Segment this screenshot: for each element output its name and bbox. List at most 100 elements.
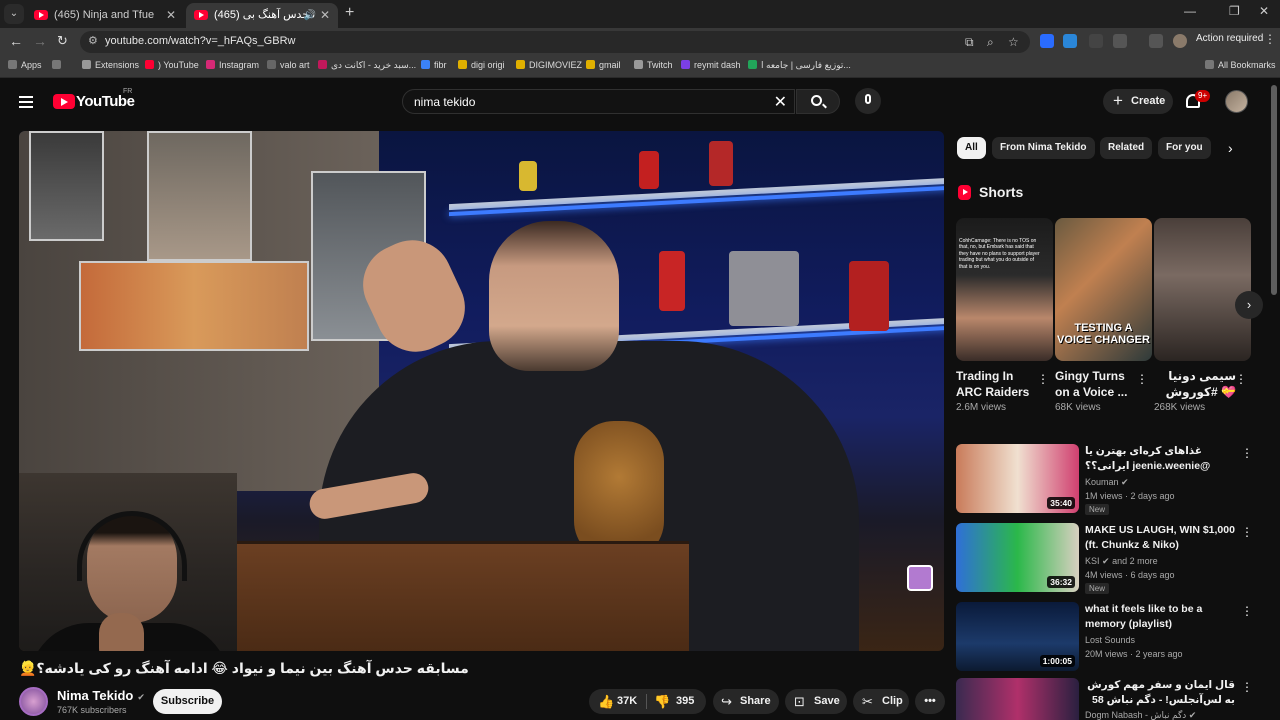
search-button[interactable] (796, 89, 840, 114)
channel-name[interactable]: Kouman ✔ (1085, 477, 1129, 488)
chip-related[interactable]: Related (1100, 137, 1153, 159)
video-title: MAKE US LAUGH, WIN $1,000 (ft. Chunkz & … (1085, 524, 1235, 551)
account-avatar[interactable] (1225, 90, 1248, 113)
recommendation-item[interactable]: قال ایمان و سفر مهم کورش به لس‌آنجلس! - … (956, 678, 1256, 720)
like-count[interactable]: 37K (617, 689, 637, 714)
profile-avatar-icon[interactable] (1173, 34, 1187, 48)
recommendation-item[interactable]: 35:40 غذاهای کره‌ای بهترن یا ایرانی؟؟ je… (956, 444, 1256, 516)
extensions-puzzle-icon[interactable] (1113, 34, 1127, 48)
extension-1-icon[interactable] (1040, 34, 1054, 48)
bookmark-all[interactable]: All Bookmarks (1205, 60, 1276, 70)
reading-list-icon[interactable] (1149, 34, 1163, 48)
browser-tab-1[interactable]: (465) Ninja and Tfue vs The Ma ✕ (26, 3, 184, 28)
short-thumbnail[interactable]: CohhCarnage: There is no TOS on that, no… (956, 218, 1053, 361)
dislike-count[interactable]: 395 (676, 689, 694, 714)
bookmark-apps[interactable]: Apps (8, 60, 42, 70)
share-button[interactable]: ↪ Share (713, 689, 779, 714)
close-tab-icon[interactable]: ✕ (166, 3, 176, 28)
more-vertical-icon[interactable]: ⋮ (1037, 372, 1049, 386)
bookmark-instagram[interactable]: Instagram (206, 60, 259, 70)
chip-from-channel[interactable]: From Nima Tekido (992, 137, 1095, 159)
menu-icon[interactable] (19, 96, 33, 108)
bookmark-digimoviez[interactable]: DIGIMOVIEZ (516, 60, 582, 70)
like-dislike-group: 👍 37K 👎 395 (589, 689, 706, 714)
restore-icon[interactable]: ❐ (1229, 4, 1240, 18)
site-info-icon[interactable]: ⚙ (88, 34, 98, 47)
short-card[interactable]: CohhCarnage: There is no TOS on that, no… (956, 218, 1053, 413)
short-card[interactable]: سیمی دونیا💝 #کوروش ... 268K views ⋮ (1154, 218, 1251, 413)
short-thumbnail[interactable] (1154, 218, 1251, 361)
extension-2-icon[interactable] (1063, 34, 1077, 48)
bookmark-twitch[interactable]: Twitch (634, 60, 673, 70)
short-thumbnail[interactable]: TESTING A VOICE CHANGER (1055, 218, 1152, 361)
thumbs-up-icon[interactable]: 👍 (598, 689, 614, 714)
audio-playing-icon[interactable]: 🔊 (304, 3, 316, 28)
bookmark-star-icon[interactable]: ☆ (1008, 35, 1019, 49)
more-vertical-icon[interactable]: ⋮ (1136, 372, 1148, 386)
video-title: قال ایمان و سفر مهم کورش به لس‌آنجلس! - … (1087, 679, 1235, 706)
bookmark-fibr[interactable]: fibr (421, 60, 447, 70)
video-player[interactable] (19, 131, 944, 651)
page-scrollbar[interactable] (1271, 85, 1277, 295)
cast-icon[interactable]: ⧉ (965, 35, 974, 50)
reload-icon[interactable]: ↻ (57, 33, 68, 49)
bookmark-extensions[interactable]: Extensions (82, 60, 139, 70)
tab-title: (465) Ninja and Tfue vs The Ma (54, 9, 154, 21)
more-vertical-icon[interactable]: ⋮ (1241, 604, 1253, 618)
close-tab-icon[interactable]: ✕ (320, 3, 330, 28)
chevron-right-icon[interactable]: › (1228, 140, 1233, 156)
browser-tab-2[interactable]: (465) مسابقه حدس آهنگ بی 🔊 ✕ (186, 3, 338, 28)
address-bar[interactable]: ⚙ youtube.com/watch?v=_hFAQs_GBRw ⧉ ⌕ ☆ (80, 31, 1030, 53)
create-button[interactable]: + Create (1103, 89, 1173, 114)
bookmark-grid[interactable] (52, 60, 65, 70)
bookmarks-bar: Apps Extensions ) YouTube Instagram valo… (0, 56, 1280, 78)
bookmark-valo-art[interactable]: valo art (267, 60, 310, 70)
subscriber-count: 767K subscribers (57, 705, 127, 715)
video-thumbnail[interactable]: 1:00:05 (956, 602, 1079, 671)
bookmark-reymit[interactable]: reymit dash (681, 60, 741, 70)
channel-watermark[interactable] (907, 565, 933, 591)
thumbs-down-icon[interactable]: 👎 (654, 689, 670, 714)
new-tab-icon[interactable]: + (345, 4, 354, 22)
browser-menu-icon[interactable]: ⋮ (1264, 32, 1276, 46)
more-vertical-icon[interactable]: ⋮ (1241, 680, 1253, 694)
clip-button[interactable]: ✂ Clip (853, 689, 909, 714)
chip-for-you[interactable]: For you (1158, 137, 1211, 159)
video-thumbnail[interactable]: 35:40 (956, 444, 1079, 513)
clear-search-icon[interactable]: ✕ (774, 92, 787, 112)
voice-search-button[interactable] (855, 88, 881, 114)
search-input[interactable]: nima tekido ✕ (402, 89, 795, 114)
video-thumbnail[interactable]: 36:32 (956, 523, 1079, 592)
bookmark-digi-origi[interactable]: digi origi (458, 60, 505, 70)
channel-name[interactable]: KSI ✔ and 2 more (1085, 556, 1158, 567)
forward-icon[interactable]: → (33, 33, 47, 49)
save-button[interactable]: ⊡ Save (785, 689, 847, 714)
channel-name[interactable]: Nima Tekido ✔ (57, 688, 145, 703)
close-window-icon[interactable]: ✕ (1259, 4, 1269, 18)
video-thumbnail[interactable] (956, 678, 1079, 720)
more-vertical-icon[interactable]: ⋮ (1241, 525, 1253, 539)
channel-name[interactable]: Dogm Nabash - دگم نباش ✔ (1085, 710, 1196, 720)
tab-search-button[interactable]: ⌄ (4, 4, 24, 24)
more-actions-button[interactable]: ••• (915, 689, 945, 714)
bookmark-gmail[interactable]: gmail (586, 60, 621, 70)
subscribe-button[interactable]: Subscribe (153, 689, 222, 714)
bookmark-favicon-icon (267, 60, 276, 69)
channel-name[interactable]: Lost Sounds (1085, 635, 1135, 645)
channel-avatar[interactable] (19, 687, 48, 716)
bookmark-youtube[interactable]: ) YouTube (145, 60, 199, 70)
chip-all[interactable]: All (957, 137, 986, 159)
recommendation-item[interactable]: 36:32 MAKE US LAUGH, WIN $1,000 (ft. Chu… (956, 523, 1256, 595)
recommendation-item[interactable]: 1:00:05 what it feels like to be a memor… (956, 602, 1256, 674)
more-vertical-icon[interactable]: ⋮ (1235, 372, 1247, 386)
more-vertical-icon[interactable]: ⋮ (1241, 446, 1253, 460)
bookmark-persian[interactable]: توزیع فارسی | جامعه ا... (748, 60, 851, 71)
short-card[interactable]: TESTING A VOICE CHANGER Gingy Turns on a… (1055, 218, 1152, 413)
bookmark-cart[interactable]: سبد خرید - اکانت دی... (318, 60, 416, 71)
action-required-button[interactable]: Action required (1196, 33, 1263, 44)
minimize-icon[interactable]: — (1184, 4, 1196, 18)
back-icon[interactable]: ← (9, 33, 23, 49)
shorts-next-button[interactable]: › (1235, 291, 1263, 319)
zoom-icon[interactable]: ⌕ (987, 35, 994, 50)
extension-3-icon[interactable] (1089, 34, 1103, 48)
